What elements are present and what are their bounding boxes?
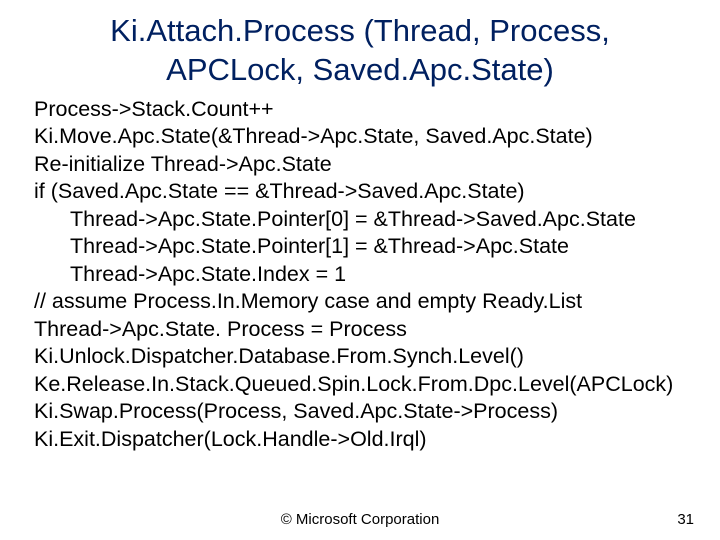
slide: Ki.Attach.Process (Thread, Process, APCL… <box>0 0 720 540</box>
page-number: 31 <box>677 511 694 528</box>
code-line: Ke.Release.In.Stack.Queued.Spin.Lock.Fro… <box>34 371 686 399</box>
code-line: Ki.Move.Apc.State(&Thread->Apc.State, Sa… <box>34 123 686 151</box>
code-line: Ki.Unlock.Dispatcher.Database.From.Synch… <box>34 343 686 371</box>
title-line-1: Ki.Attach.Process (Thread, Process, <box>0 12 720 51</box>
code-line: Thread->Apc.State.Index = 1 <box>34 261 686 289</box>
code-line: Re-initialize Thread->Apc.State <box>34 151 686 179</box>
slide-body: Process->Stack.Count++ Ki.Move.Apc.State… <box>0 90 720 454</box>
code-line: Ki.Exit.Dispatcher(Lock.Handle->Old.Irql… <box>34 426 686 454</box>
code-line: Thread->Apc.State. Process = Process <box>34 316 686 344</box>
code-line: Thread->Apc.State.Pointer[1] = &Thread->… <box>34 233 686 261</box>
code-line: if (Saved.Apc.State == &Thread->Saved.Ap… <box>34 178 686 206</box>
title-line-2: APCLock, Saved.Apc.State) <box>0 51 720 90</box>
code-line: Thread->Apc.State.Pointer[0] = &Thread->… <box>34 206 686 234</box>
code-line: Ki.Swap.Process(Process, Saved.Apc.State… <box>34 398 686 426</box>
code-line: // assume Process.In.Memory case and emp… <box>34 288 686 316</box>
slide-title: Ki.Attach.Process (Thread, Process, APCL… <box>0 0 720 90</box>
code-line: Process->Stack.Count++ <box>34 96 686 124</box>
footer-copyright: © Microsoft Corporation <box>0 511 720 528</box>
